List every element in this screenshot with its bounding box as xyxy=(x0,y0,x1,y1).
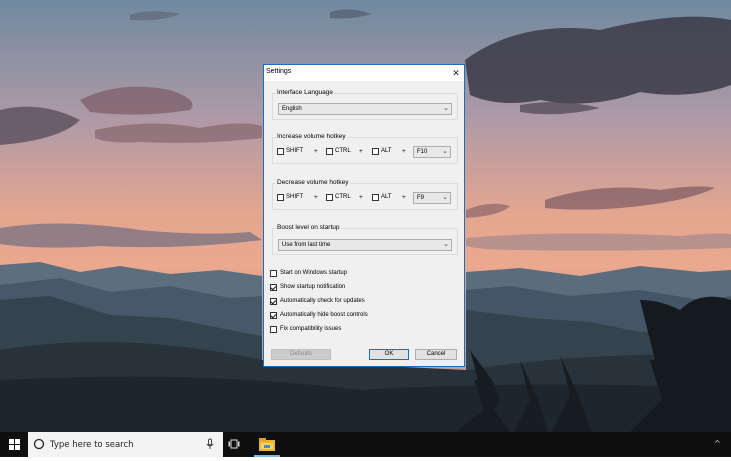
decrease-hotkey-group: Decrease volume hotkey SHIFT + CTRL + AL… xyxy=(272,179,458,210)
plus-sign: + xyxy=(402,148,406,155)
chevron-down-icon: ⌄ xyxy=(442,148,448,155)
option-label: Fix compatibility issues xyxy=(280,326,342,332)
boost-level-group: Boost level on startup Use from last tim… xyxy=(272,224,458,255)
boost-level-select[interactable]: Use from last time ⌄ xyxy=(278,239,452,251)
taskbar: Type here to search ^ xyxy=(0,432,731,457)
interface-language-value: English xyxy=(282,106,302,112)
settings-dialog: Settings ✕ Interface Language English ⌄ … xyxy=(263,64,465,367)
option-checkbox-show-notification[interactable] xyxy=(270,284,277,291)
microphone-icon[interactable] xyxy=(206,438,214,450)
file-explorer-icon[interactable] xyxy=(257,435,277,454)
increase-alt-checkbox[interactable] xyxy=(372,148,379,155)
increase-hotkey-group: Increase volume hotkey SHIFT + CTRL + AL… xyxy=(272,133,458,164)
increase-shift-checkbox[interactable] xyxy=(277,148,284,155)
interface-language-group: Interface Language English ⌄ xyxy=(272,89,458,120)
decrease-ctrl-label: CTRL xyxy=(335,194,351,200)
chevron-down-icon: ⌄ xyxy=(443,241,449,248)
boost-level-label: Boost level on startup xyxy=(276,224,341,231)
close-icon[interactable]: ✕ xyxy=(450,67,462,79)
increase-ctrl-checkbox[interactable] xyxy=(326,148,333,155)
plus-sign: + xyxy=(359,148,363,155)
chevron-up-icon[interactable]: ^ xyxy=(714,439,721,448)
decrease-ctrl-checkbox[interactable] xyxy=(326,194,333,201)
option-label: Start on Windows startup xyxy=(280,270,348,276)
windows-start-icon xyxy=(9,439,20,450)
ok-button[interactable]: OK xyxy=(369,349,409,360)
plus-sign: + xyxy=(314,148,318,155)
decrease-alt-checkbox[interactable] xyxy=(372,194,379,201)
option-checkbox-hide-boost-controls[interactable] xyxy=(270,312,277,319)
title-bar[interactable]: Settings ✕ xyxy=(264,65,464,81)
option-checkbox-start-on-startup[interactable] xyxy=(270,270,277,277)
option-checkbox-check-updates[interactable] xyxy=(270,298,277,305)
decrease-hotkey-label: Decrease volume hotkey xyxy=(276,179,350,186)
decrease-alt-label: ALT xyxy=(381,194,392,200)
defaults-button[interactable]: Defaults xyxy=(271,349,331,360)
option-label: Automatically check for updates xyxy=(280,298,365,304)
decrease-key-select[interactable]: F9 ⌄ xyxy=(413,192,451,204)
task-view-icon[interactable] xyxy=(228,438,242,450)
interface-language-select[interactable]: English ⌄ xyxy=(278,103,452,115)
decrease-key-value: F9 xyxy=(417,195,425,201)
option-label: Show startup notification xyxy=(280,284,346,290)
cortana-circle-icon xyxy=(33,438,45,450)
start-button[interactable] xyxy=(0,432,28,457)
increase-ctrl-label: CTRL xyxy=(335,148,351,154)
increase-key-value: F10 xyxy=(417,149,428,155)
search-box[interactable]: Type here to search xyxy=(28,432,223,457)
increase-shift-label: SHIFT xyxy=(286,148,304,154)
option-label: Automatically hide boost controls xyxy=(280,312,368,318)
plus-sign: + xyxy=(402,194,406,201)
decrease-shift-label: SHIFT xyxy=(286,194,304,200)
option-checkbox-fix-compatibility[interactable] xyxy=(270,326,277,333)
plus-sign: + xyxy=(359,194,363,201)
chevron-down-icon: ⌄ xyxy=(443,105,449,112)
cancel-button[interactable]: Cancel xyxy=(415,349,457,360)
boost-level-value: Use from last time xyxy=(282,242,331,248)
window-title: Settings xyxy=(266,68,292,75)
increase-key-select[interactable]: F10 ⌄ xyxy=(413,146,451,158)
search-placeholder: Type here to search xyxy=(50,440,134,450)
increase-hotkey-label: Increase volume hotkey xyxy=(276,133,347,140)
interface-language-label: Interface Language xyxy=(276,89,335,96)
plus-sign: + xyxy=(314,194,318,201)
increase-alt-label: ALT xyxy=(381,148,392,154)
decrease-shift-checkbox[interactable] xyxy=(277,194,284,201)
chevron-down-icon: ⌄ xyxy=(442,194,448,201)
